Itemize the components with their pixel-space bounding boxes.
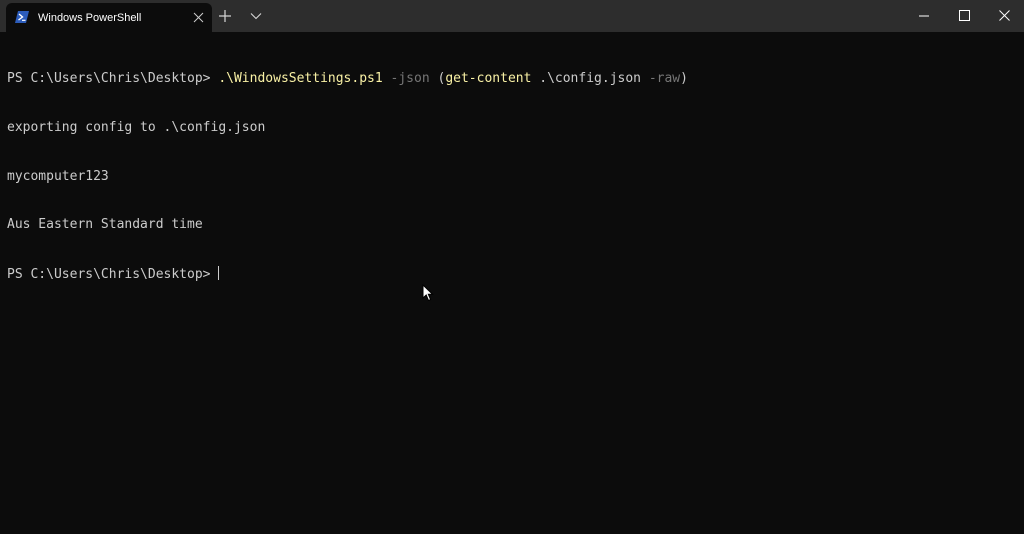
title-bar[interactable]: Windows PowerShell xyxy=(0,0,1024,32)
config-path: .\config.json xyxy=(539,71,641,87)
terminal-line-prompt: PS C:\Users\Chris\Desktop> xyxy=(7,265,688,282)
terminal-output[interactable]: PS C:\Users\Chris\Desktop> .\WindowsSett… xyxy=(0,32,1024,534)
maximize-icon xyxy=(959,10,970,21)
terminal-line-output: mycomputer123 xyxy=(7,168,109,184)
tab-close-icon[interactable] xyxy=(193,12,204,23)
parameter-raw: -raw xyxy=(648,71,681,87)
prompt: PS C:\Users\Chris\Desktop> xyxy=(7,71,219,87)
terminal-line-command: PS C:\Users\Chris\Desktop> .\WindowsSett… xyxy=(7,71,688,87)
parameter-json: -json xyxy=(390,71,430,87)
terminal-line-output: Aus Eastern Standard time xyxy=(7,217,203,233)
script-name: .\WindowsSettings.ps1 xyxy=(218,71,383,87)
minimize-button[interactable] xyxy=(904,0,944,32)
minimize-icon xyxy=(919,15,929,17)
chevron-down-icon[interactable] xyxy=(250,12,262,20)
close-paren: ) xyxy=(680,71,688,87)
prompt: PS C:\Users\Chris\Desktop> xyxy=(7,266,219,282)
tab-windows-powershell[interactable]: Windows PowerShell xyxy=(6,3,212,32)
powershell-icon xyxy=(15,11,29,23)
mouse-pointer-icon xyxy=(422,284,434,302)
close-button[interactable] xyxy=(984,0,1024,32)
terminal-line-output: exporting config to .\config.json xyxy=(7,120,266,135)
plus-icon[interactable] xyxy=(218,9,232,23)
cmdlet-get-content: get-content xyxy=(445,71,532,87)
close-icon xyxy=(999,10,1010,21)
maximize-button[interactable] xyxy=(944,0,984,32)
terminal-window: Windows PowerShell PS C:\Users\Chris\Des… xyxy=(0,0,1024,534)
tab-title: Windows PowerShell xyxy=(38,12,142,24)
text-cursor xyxy=(218,265,220,280)
